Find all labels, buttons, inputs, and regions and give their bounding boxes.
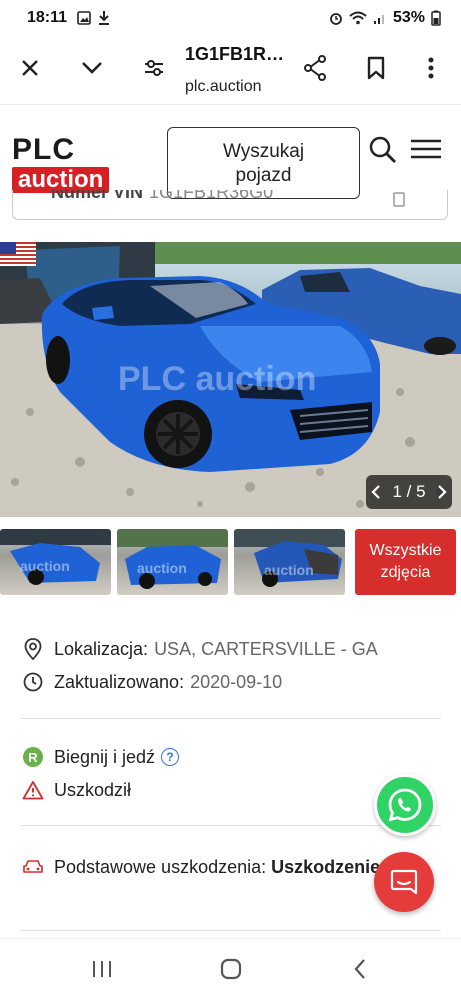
search-vehicle-label-1: Wyszukaj: [222, 141, 305, 162]
minimize-button[interactable]: [72, 48, 112, 88]
vin-field[interactable]: Numer VIN 1G1FB1R36G0: [12, 190, 448, 220]
status-bar: 18:11 53%: [0, 0, 461, 36]
live-chat-button[interactable]: [374, 852, 434, 912]
run-drive-row: R Biegnij i jedź ?: [22, 746, 180, 768]
more-options-button[interactable]: [411, 48, 451, 88]
thumbnail-drawing: auction: [0, 529, 111, 585]
section-divider: [20, 825, 441, 826]
close-tab-button[interactable]: [10, 48, 50, 88]
whatsapp-icon: [388, 788, 422, 822]
thumbnail-drawing: auction: [234, 529, 345, 587]
status-time: 18:11: [27, 9, 68, 26]
alarm-icon: [330, 13, 342, 25]
thumbnail-watermark: auction: [264, 562, 314, 578]
battery-icon: [431, 10, 441, 26]
car-icon: [22, 856, 44, 878]
thumbnail-watermark: auction: [137, 560, 187, 576]
whatsapp-button[interactable]: [374, 774, 436, 836]
thumbnail-strip: auction auction auction Wszystkie zdjęci…: [0, 529, 461, 595]
android-navigation-bar: [0, 938, 461, 999]
section-divider: [20, 930, 441, 931]
warning-triangle-icon: [22, 779, 44, 801]
all-photos-button[interactable]: Wszystkie zdjęcia: [355, 529, 456, 595]
close-icon: [22, 60, 38, 76]
copy-icon[interactable]: [391, 192, 407, 208]
all-photos-label-2: zdjęcia: [380, 564, 431, 581]
back-chevron-icon: [354, 959, 365, 979]
updated-row: Zaktualizowano: 2020-09-10: [22, 671, 282, 693]
status-system-icons: 53%: [329, 9, 441, 27]
updated-label: Zaktualizowano:: [54, 671, 185, 692]
logo-plc-text: PLC: [12, 133, 75, 166]
location-value: USA, CARTERSVILLE - GA: [154, 638, 378, 659]
more-vertical-icon: [428, 57, 434, 79]
image-icon: [77, 11, 91, 25]
thumbnail-watermark: auction: [20, 558, 70, 574]
search-icon[interactable]: [368, 135, 398, 165]
signal-icon: [373, 15, 384, 24]
browser-toolbar: 1G1FB1R… plc.auction: [0, 36, 461, 104]
location-row: Lokalizacja: USA, CARTERSVILLE - GA: [22, 638, 378, 660]
chevron-down-icon: [82, 62, 102, 74]
site-settings-button[interactable]: [134, 48, 174, 88]
recent-apps-icon: [93, 961, 111, 977]
page-title: 1G1FB1R…: [185, 44, 285, 64]
search-vehicle-label-2: pojazd: [235, 165, 292, 186]
run-drive-label: Biegnij i jedź: [54, 746, 156, 767]
battery-percent: 53%: [392, 9, 425, 26]
recent-apps-button[interactable]: [82, 957, 122, 981]
share-icon: [304, 55, 326, 81]
thumbnail-drawing: auction: [117, 529, 228, 589]
thumbnail-photo[interactable]: auction: [0, 529, 111, 595]
chevron-left-icon[interactable]: [371, 485, 381, 499]
share-button[interactable]: [295, 48, 335, 88]
help-icon[interactable]: ?: [161, 748, 180, 766]
tune-icon: [145, 60, 163, 76]
usa-flag-icon: [0, 242, 36, 266]
run-drive-badge: R: [23, 747, 43, 767]
section-divider: [20, 718, 441, 719]
primary-damage-icon-row: [22, 856, 54, 878]
plc-auction-logo[interactable]: PLC auction: [12, 135, 142, 193]
page-url[interactable]: plc.auction: [185, 78, 262, 96]
vin-field-text: Numer VIN 1G1FB1R36G0: [51, 190, 273, 203]
status-notification-icons: [77, 10, 111, 26]
clock-icon: [22, 671, 44, 693]
damaged-row: Uszkodził: [22, 779, 131, 801]
chevron-right-icon[interactable]: [437, 485, 447, 499]
thumbnail-photo[interactable]: auction: [117, 529, 228, 595]
run-drive-badge-wrap: R: [22, 746, 44, 768]
photo-counter-text: 1 / 5: [392, 482, 426, 501]
map-pin-icon: [22, 638, 44, 660]
bookmark-icon: [367, 56, 385, 80]
updated-value: 2020-09-10: [190, 671, 283, 692]
search-vehicle-button[interactable]: Wyszukaj pojazd: [167, 127, 360, 199]
primary-damage-label: Podstawowe uszkodzenia:: [54, 857, 267, 877]
photo-watermark: PLC auction: [118, 360, 316, 398]
bookmark-button[interactable]: [356, 48, 396, 88]
app-root: 18:11 53% 1G1FB1R… plc.auction PLC aucti…: [0, 0, 461, 999]
thumbnail-photo[interactable]: auction: [234, 529, 345, 595]
wifi-icon: [349, 11, 367, 25]
vin-value: 1G1FB1R36G0: [149, 190, 274, 202]
all-photos-label-1: Wszystkie: [369, 542, 442, 559]
damaged-label: Uszkodził: [54, 779, 132, 800]
photo-counter: 1 / 5: [366, 475, 452, 509]
vin-label: Numer VIN: [51, 190, 144, 202]
chat-icon: [390, 869, 418, 895]
location-label: Lokalizacja:: [54, 638, 149, 659]
download-icon: [99, 11, 110, 25]
hamburger-menu-icon[interactable]: [410, 139, 442, 159]
home-button[interactable]: [211, 957, 251, 981]
home-icon: [220, 958, 242, 980]
back-button[interactable]: [340, 957, 380, 981]
